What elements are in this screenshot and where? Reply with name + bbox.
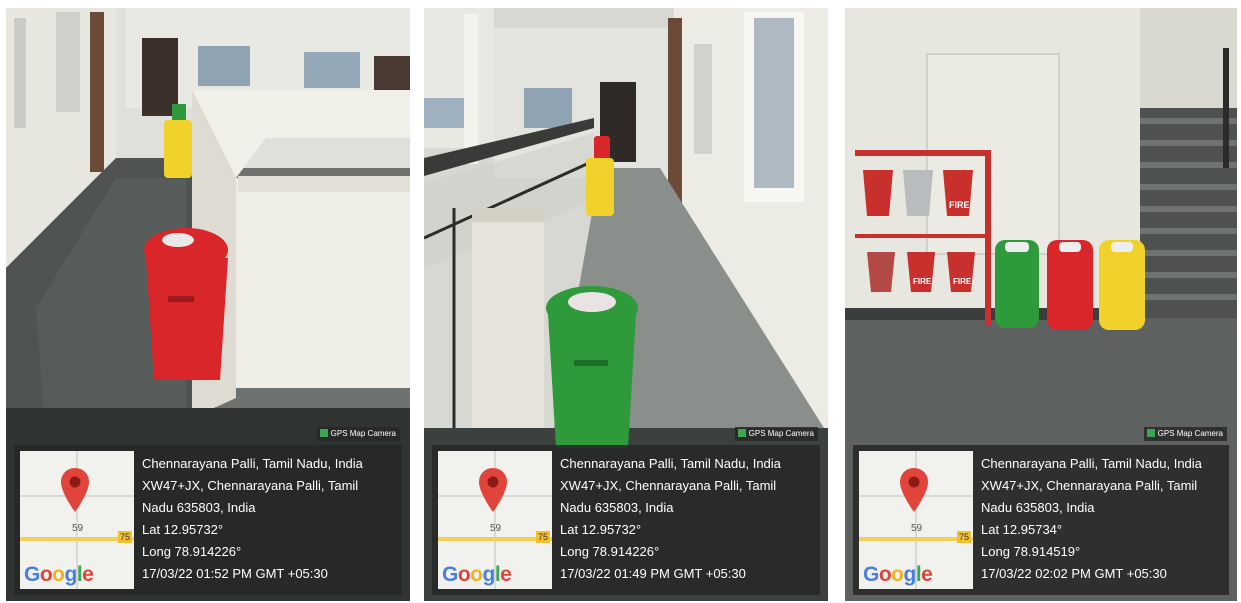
- latitude: Lat 12.95732°: [560, 522, 642, 537]
- geotag-info: Chennarayana Palli, Tamil Nadu, India XW…: [142, 453, 398, 585]
- fire-bucket-label: FIRE: [953, 277, 972, 286]
- google-logo: Google: [863, 563, 933, 586]
- gps-camera-badge: GPS Map Camera: [734, 427, 818, 441]
- latitude: Lat 12.95734°: [981, 522, 1063, 537]
- geotag-overlay: 59 75 Google Chennarayana Palli, Tamil N…: [853, 445, 1229, 595]
- longitude: Long 78.914226°: [560, 544, 660, 559]
- address-line-2: Nadu 635803, India: [142, 500, 256, 515]
- address-line-2: Nadu 635803, India: [981, 500, 1095, 515]
- gps-camera-icon: [737, 428, 746, 437]
- google-logo: Google: [24, 563, 94, 586]
- longitude: Long 78.914226°: [142, 544, 242, 559]
- photo-corridor-green-bin: GPS Map Camera 59 75 Google Chennarayana…: [424, 8, 828, 601]
- photo-corridor-red-bin: GPS Map Camera 59 75 Google Chennarayana…: [6, 8, 410, 601]
- geotag-info: Chennarayana Palli, Tamil Nadu, India XW…: [560, 453, 816, 585]
- geotag-info: Chennarayana Palli, Tamil Nadu, India XW…: [981, 453, 1225, 585]
- map-thumbnail: 59 75 Google: [20, 451, 134, 589]
- address-line-1: XW47+JX, Chennarayana Palli, Tamil: [981, 478, 1198, 493]
- location-pin-icon: [479, 468, 507, 512]
- photo-fire-buckets-and-bins: FIRE FIRE FIRE GPS Map Camera 59 75 Goog…: [845, 8, 1237, 601]
- gps-camera-badge: GPS Map Camera: [1143, 427, 1227, 441]
- location-pin-icon: [900, 468, 928, 512]
- address-line-1: XW47+JX, Chennarayana Palli, Tamil: [560, 478, 777, 493]
- address-line-2: Nadu 635803, India: [560, 500, 674, 515]
- timestamp: 17/03/22 01:49 PM GMT +05:30: [560, 566, 746, 581]
- timestamp: 17/03/22 01:52 PM GMT +05:30: [142, 566, 328, 581]
- fire-bucket-label: FIRE: [913, 277, 932, 286]
- address-line-1: XW47+JX, Chennarayana Palli, Tamil: [142, 478, 359, 493]
- gps-camera-icon: [1146, 428, 1155, 437]
- geotag-overlay: 59 75 Google Chennarayana Palli, Tamil N…: [432, 445, 820, 595]
- fire-bucket-label: FIRE: [949, 200, 970, 210]
- gps-camera-badge: GPS Map Camera: [316, 427, 400, 441]
- longitude: Long 78.914519°: [981, 544, 1081, 559]
- map-thumbnail: 59 75 Google: [859, 451, 973, 589]
- google-logo: Google: [442, 563, 512, 586]
- location-title: Chennarayana Palli, Tamil Nadu, India: [560, 456, 781, 471]
- timestamp: 17/03/22 02:02 PM GMT +05:30: [981, 566, 1167, 581]
- map-thumbnail: 59 75 Google: [438, 451, 552, 589]
- latitude: Lat 12.95732°: [142, 522, 224, 537]
- location-title: Chennarayana Palli, Tamil Nadu, India: [981, 456, 1202, 471]
- location-pin-icon: [61, 468, 89, 512]
- geotag-overlay: 59 75 Google Chennarayana Palli, Tamil N…: [14, 445, 402, 595]
- gps-camera-icon: [319, 428, 328, 437]
- location-title: Chennarayana Palli, Tamil Nadu, India: [142, 456, 363, 471]
